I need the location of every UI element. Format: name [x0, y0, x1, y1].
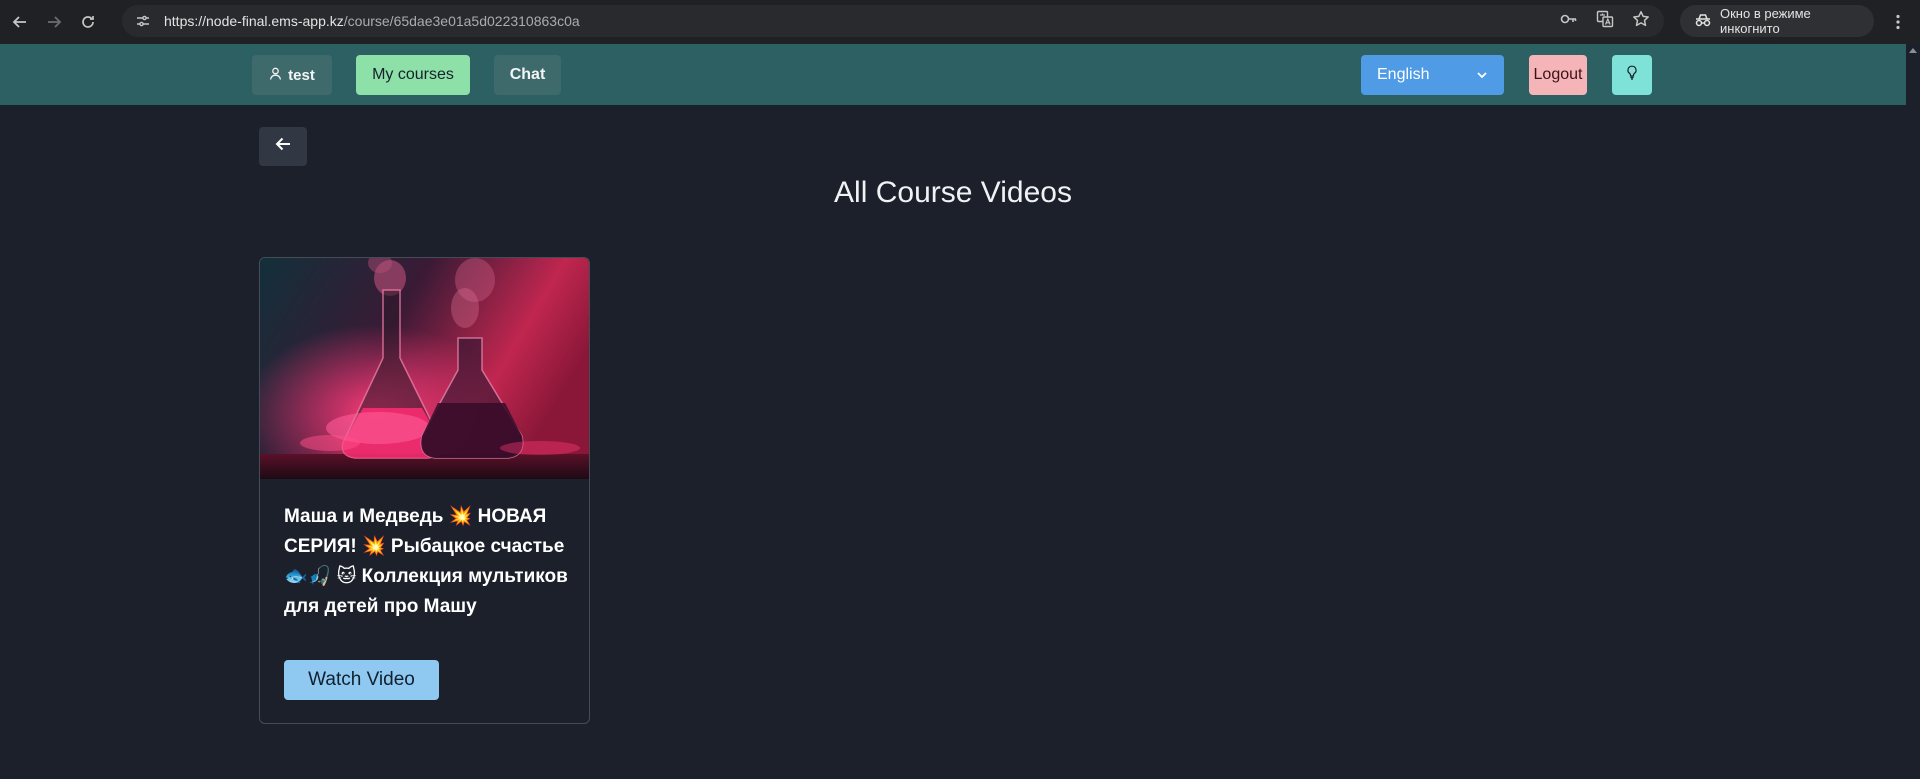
back-arrow-icon[interactable] — [6, 8, 34, 36]
key-icon[interactable] — [1560, 11, 1578, 32]
my-courses-button[interactable]: My courses — [356, 55, 470, 95]
language-select[interactable]: English — [1361, 55, 1504, 95]
video-title: Маша и Медведь 💥 НОВАЯ СЕРИЯ! 💥 Рыбацкое… — [284, 506, 568, 617]
chat-button[interactable]: Chat — [494, 55, 561, 95]
back-button[interactable] — [259, 127, 307, 166]
user-profile-button[interactable]: test — [252, 55, 332, 95]
arrow-left-icon — [275, 137, 291, 156]
reload-icon[interactable] — [74, 8, 102, 36]
scroll-up-arrow-icon[interactable] — [1909, 48, 1917, 53]
browser-toolbar: https://node-final.ems-app.kz/course/65d… — [0, 0, 1920, 44]
user-icon — [269, 67, 282, 84]
logout-button[interactable]: Logout — [1529, 55, 1587, 95]
theme-toggle-button[interactable] — [1612, 55, 1652, 95]
page-scrollbar[interactable] — [1906, 44, 1920, 779]
video-card: Маша и Медведь 💥 НОВАЯ СЕРИЯ! 💥 Рыбацкое… — [259, 257, 590, 724]
incognito-icon — [1694, 13, 1712, 30]
watch-video-button[interactable]: Watch Video — [284, 660, 439, 700]
forward-arrow-icon[interactable] — [40, 8, 68, 36]
url-text[interactable]: https://node-final.ems-app.kz/course/65d… — [164, 13, 580, 29]
language-selected-value: English — [1377, 66, 1430, 83]
chevron-down-icon — [1476, 67, 1488, 88]
site-settings-icon[interactable] — [128, 13, 158, 29]
url-path: /course/65dae3e01a5d022310863c0a — [343, 13, 580, 29]
incognito-label: Окно в режиме инкогнито — [1720, 6, 1811, 36]
user-name: test — [288, 66, 315, 84]
incognito-indicator[interactable]: Окно в режиме инкогнито — [1680, 5, 1874, 37]
video-thumbnail[interactable] — [260, 258, 590, 479]
page-title: All Course Videos — [834, 176, 1072, 209]
translate-icon[interactable] — [1596, 10, 1614, 33]
kebab-menu-icon[interactable] — [1886, 8, 1910, 36]
address-bar[interactable]: https://node-final.ems-app.kz/course/65d… — [122, 5, 1664, 37]
url-host: https://node-final.ems-app.kz — [164, 13, 344, 29]
app-navbar: test My courses Chat English Logout — [0, 44, 1906, 105]
star-icon[interactable] — [1632, 10, 1650, 33]
lightbulb-icon — [1626, 65, 1638, 85]
